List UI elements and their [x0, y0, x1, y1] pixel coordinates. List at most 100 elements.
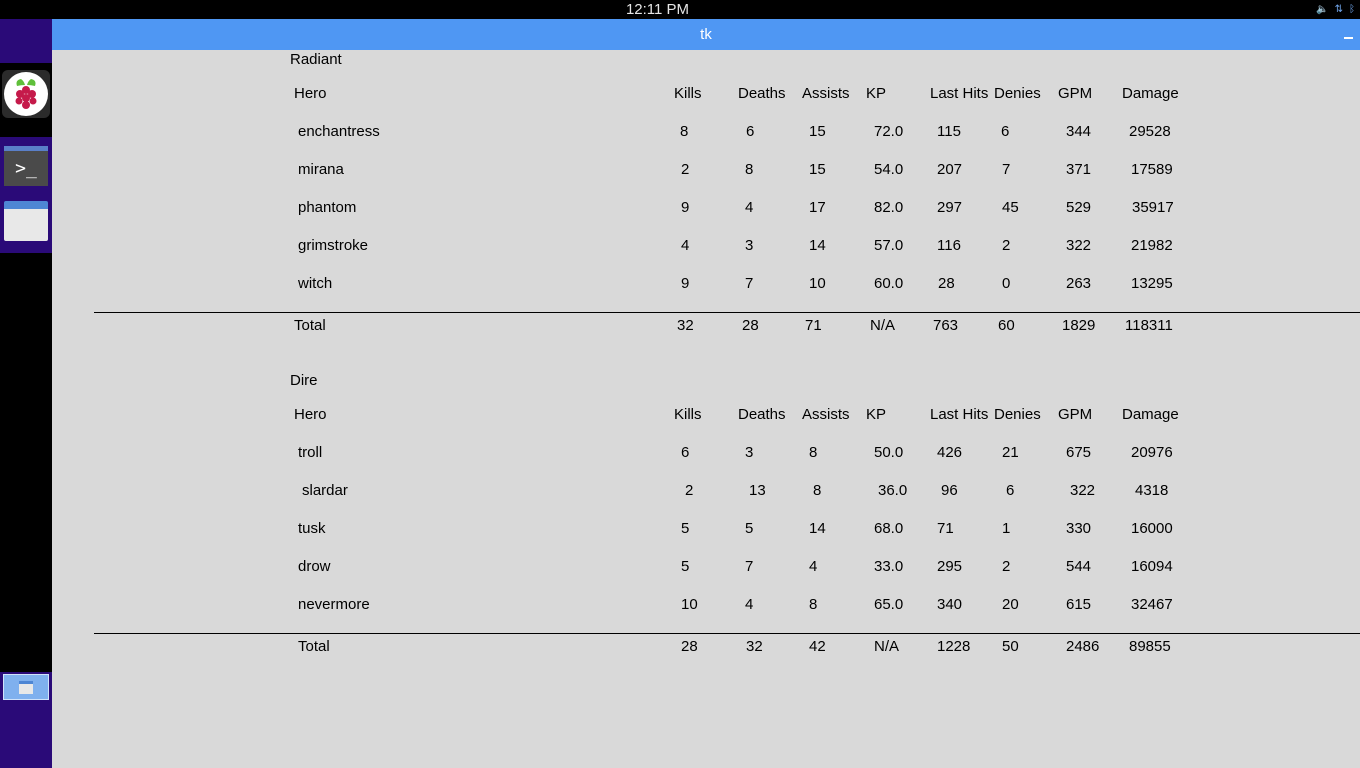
cell-gpm: 322: [1066, 237, 1092, 254]
cell-deaths: 7: [745, 275, 754, 292]
cell-kp: 50.0: [874, 444, 904, 461]
column-header-denies: Denies: [994, 406, 1041, 423]
dock-segment: [0, 19, 52, 63]
column-header-damage: Damage: [1122, 85, 1179, 102]
cell-last-hits: 340: [937, 596, 963, 613]
cell-gpm: 529: [1066, 199, 1092, 216]
total-kills: 28: [681, 638, 698, 655]
cell-gpm: 544: [1066, 558, 1092, 575]
volume-icon[interactable]: 🔈: [1316, 4, 1328, 15]
column-header-gpm: GPM: [1058, 406, 1093, 423]
window-title: tk: [700, 26, 712, 43]
cell-assists: 14: [809, 237, 826, 254]
total-label: Total: [298, 638, 330, 655]
cell-damage: 20976: [1131, 444, 1173, 461]
column-header-last-hits: Last Hits: [930, 406, 989, 423]
cell-hero: phantom: [298, 199, 357, 216]
cell-kills: 6: [681, 444, 690, 461]
cell-last-hits: 426: [937, 444, 963, 461]
column-header-gpm: GPM: [1058, 85, 1093, 102]
cell-kills: 10: [681, 596, 698, 613]
cell-hero: tusk: [298, 520, 326, 537]
taskbar-window-tk[interactable]: [3, 674, 49, 700]
cell-last-hits: 28: [938, 275, 955, 292]
dock: >_: [0, 19, 52, 768]
terminal-launcher[interactable]: >_: [4, 146, 48, 186]
total-deaths: 28: [742, 317, 759, 334]
team-name: Dire: [290, 372, 318, 389]
cell-damage: 16000: [1131, 520, 1173, 537]
minimize-button[interactable]: [1344, 27, 1354, 41]
top-panel: 12:11 PM 🔈 ⇅ ᛒ: [0, 0, 1360, 19]
cell-assists: 10: [809, 275, 826, 292]
cell-last-hits: 115: [937, 123, 961, 140]
cell-gpm: 263: [1066, 275, 1092, 292]
column-header-last-hits: Last Hits: [930, 85, 989, 102]
system-tray: 🔈 ⇅ ᛒ: [1316, 0, 1355, 19]
cell-assists: 14: [809, 520, 826, 537]
column-header-hero: Hero: [294, 85, 327, 102]
total-assists: 42: [809, 638, 826, 655]
column-header-assists: Assists: [802, 406, 850, 423]
cell-last-hits: 96: [941, 482, 958, 499]
raspberry-pi-launcher[interactable]: [2, 70, 50, 118]
cell-gpm: 371: [1066, 161, 1092, 178]
column-header-damage: Damage: [1122, 406, 1179, 423]
cell-kp: 60.0: [874, 275, 904, 292]
column-header-deaths: Deaths: [738, 406, 786, 423]
cell-gpm: 330: [1066, 520, 1092, 537]
cell-kp: 65.0: [874, 596, 904, 613]
cell-kills: 9: [681, 199, 690, 216]
total-assists: 71: [805, 317, 822, 334]
cell-hero: mirana: [298, 161, 344, 178]
cell-deaths: 4: [745, 596, 754, 613]
cell-assists: 8: [809, 444, 818, 461]
window-titlebar[interactable]: tk: [52, 19, 1360, 50]
window-launcher[interactable]: [4, 201, 48, 241]
clock[interactable]: 12:11 PM: [0, 0, 1315, 20]
cell-deaths: 5: [745, 520, 754, 537]
total-denies: 60: [998, 317, 1015, 334]
cell-kp: 33.0: [874, 558, 904, 575]
cell-kp: 36.0: [878, 482, 908, 499]
network-icon[interactable]: ⇅: [1335, 4, 1343, 15]
total-kills: 32: [677, 317, 694, 334]
column-header-deaths: Deaths: [738, 85, 786, 102]
cell-assists: 15: [809, 123, 826, 140]
cell-kp: 72.0: [874, 123, 904, 140]
total-damage: 89855: [1129, 638, 1171, 655]
cell-assists: 8: [813, 482, 822, 499]
column-header-assists: Assists: [802, 85, 850, 102]
cell-kills: 5: [681, 558, 690, 575]
cell-last-hits: 71: [937, 520, 954, 537]
column-header-kills: Kills: [674, 85, 702, 102]
bluetooth-icon[interactable]: ᛒ: [1349, 4, 1355, 15]
cell-hero: enchantress: [298, 123, 380, 140]
cell-damage: 21982: [1131, 237, 1173, 254]
total-kp: N/A: [870, 317, 896, 334]
cell-last-hits: 297: [937, 199, 963, 216]
cell-damage: 35917: [1132, 199, 1174, 216]
cell-kp: 54.0: [874, 161, 904, 178]
cell-assists: 17: [809, 199, 826, 216]
cell-damage: 32467: [1131, 596, 1173, 613]
total-gpm: 2486: [1066, 638, 1100, 655]
divider: [94, 312, 1360, 313]
total-gpm: 1829: [1062, 317, 1096, 334]
total-deaths: 32: [746, 638, 763, 655]
cell-damage: 16094: [1131, 558, 1173, 575]
cell-denies: 6: [1006, 482, 1015, 499]
cell-last-hits: 295: [937, 558, 963, 575]
cell-kp: 82.0: [874, 199, 904, 216]
cell-deaths: 6: [746, 123, 755, 140]
cell-kills: 2: [681, 161, 690, 178]
cell-denies: 2: [1002, 558, 1011, 575]
column-header-hero: Hero: [294, 406, 327, 423]
cell-last-hits: 116: [937, 237, 961, 254]
cell-gpm: 615: [1066, 596, 1092, 613]
window-icon: [19, 680, 33, 694]
cell-denies: 20: [1002, 596, 1019, 613]
cell-kp: 57.0: [874, 237, 904, 254]
terminal-icon: >_: [15, 158, 37, 179]
team-name: Radiant: [290, 51, 342, 68]
